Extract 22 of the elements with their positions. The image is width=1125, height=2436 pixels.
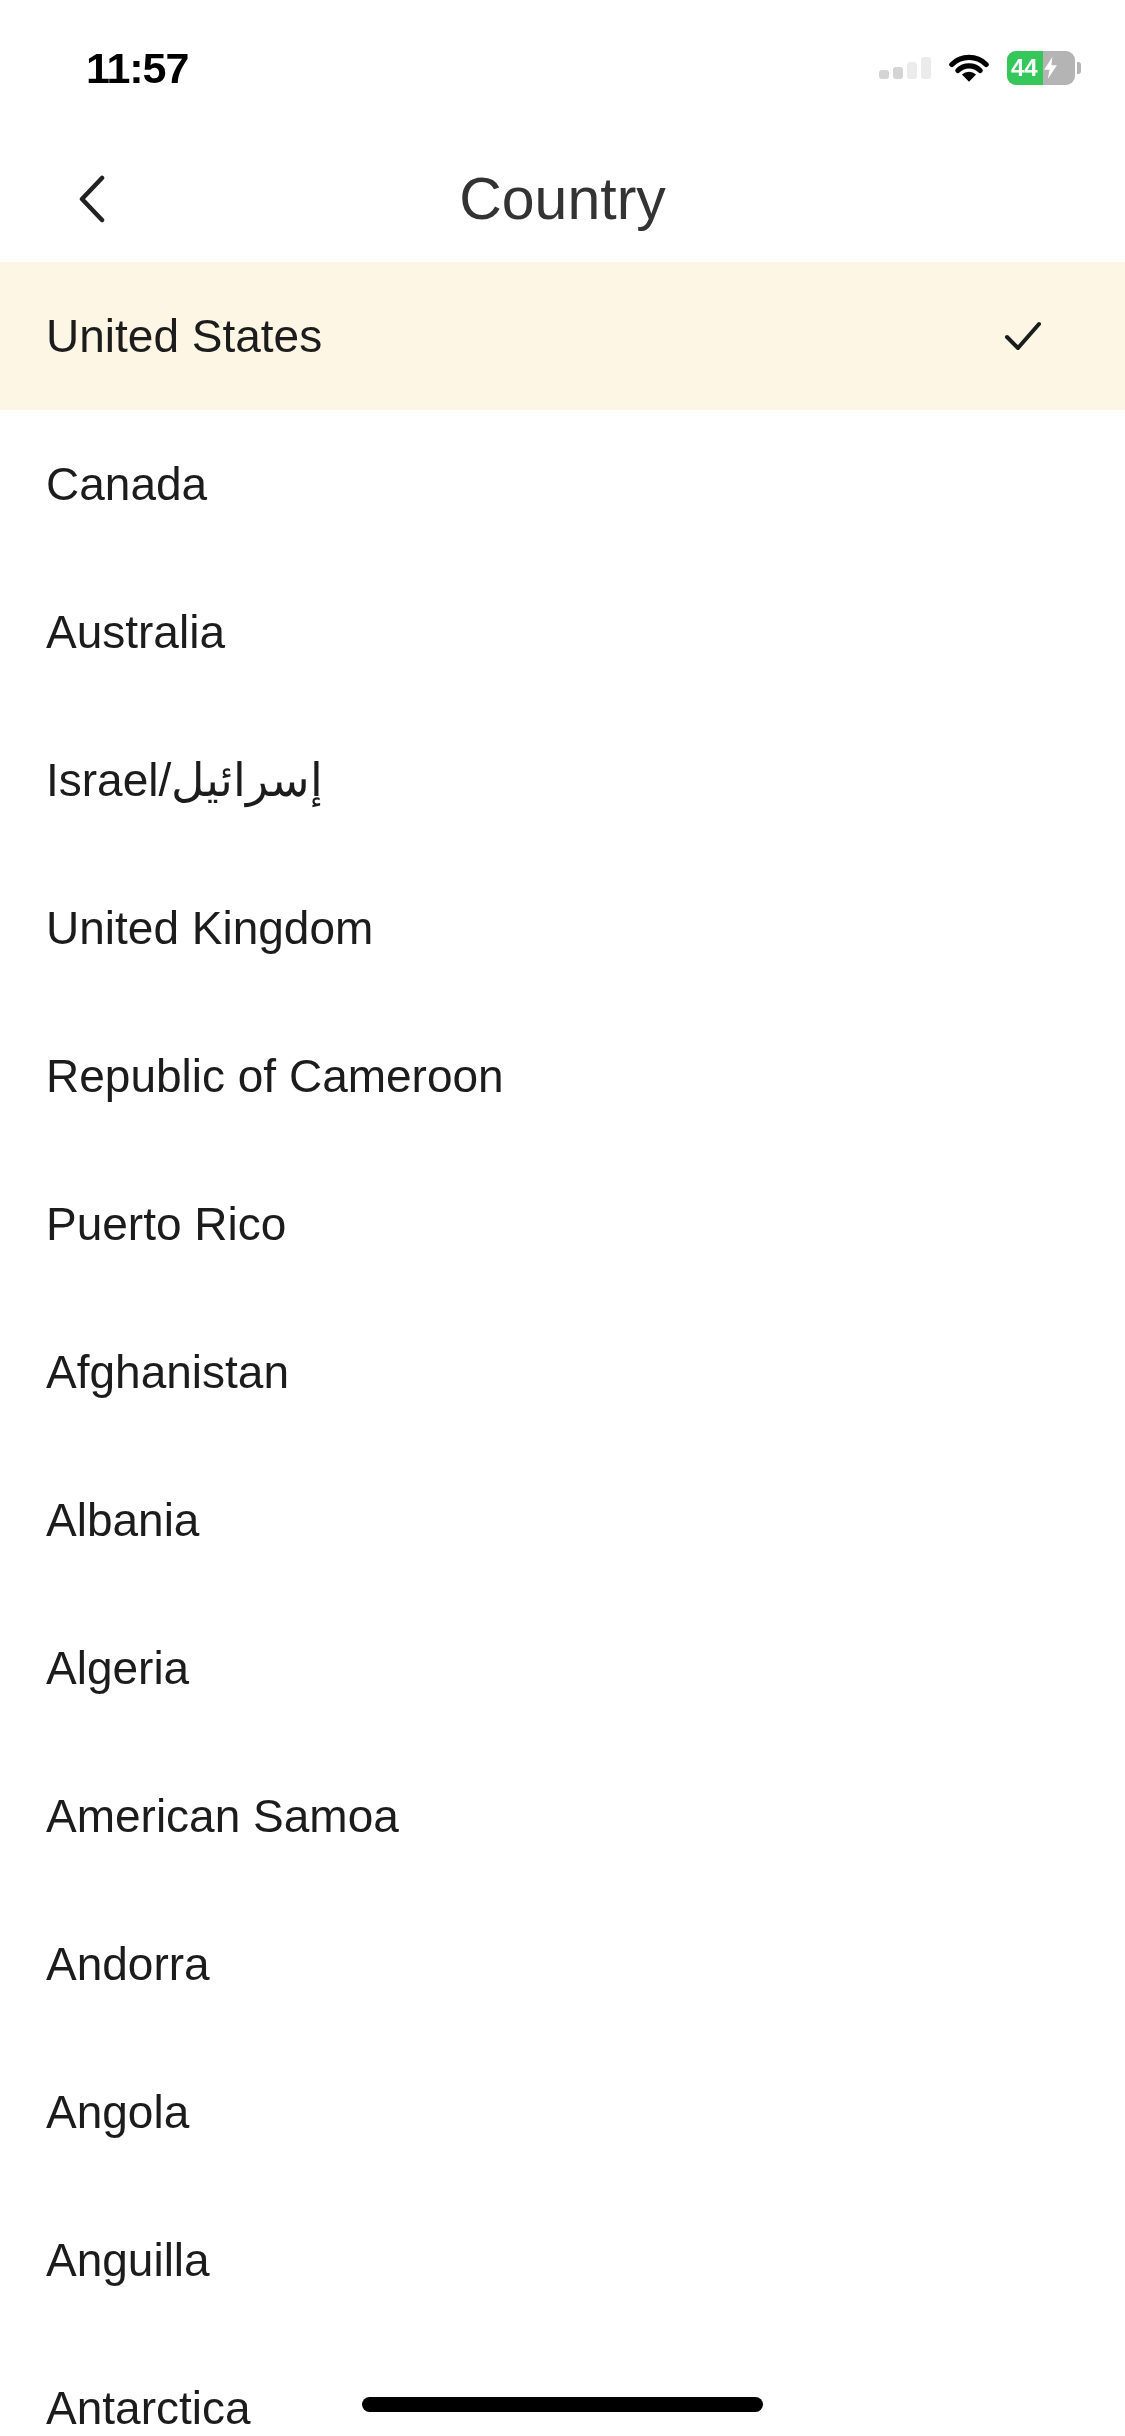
back-icon [79,175,105,223]
country-name: Algeria [46,1644,190,1692]
country-item[interactable]: United States [0,262,1125,410]
country-name: Australia [46,608,225,656]
country-name: Afghanistan [46,1348,289,1396]
page-title: Country [459,169,666,229]
country-name: Antarctica [46,2384,251,2432]
country-name: United Kingdom [46,904,374,952]
country-name: Angola [46,2088,190,2136]
country-name: American Samoa [46,1792,399,1840]
signal-icon [879,57,931,79]
checkmark-icon [1004,321,1042,351]
country-name: United States [46,312,323,360]
status-time: 11:57 [86,46,189,90]
country-name: Andorra [46,1940,210,1988]
country-name: Anguilla [46,2236,210,2284]
wifi-icon [949,53,989,83]
country-name: Canada [46,460,208,508]
country-name: Republic of Cameroon [46,1052,504,1100]
country-name: Puerto Rico [46,1200,287,1248]
battery-percentage: 44 [1010,56,1038,80]
country-name: Albania [46,1496,200,1544]
